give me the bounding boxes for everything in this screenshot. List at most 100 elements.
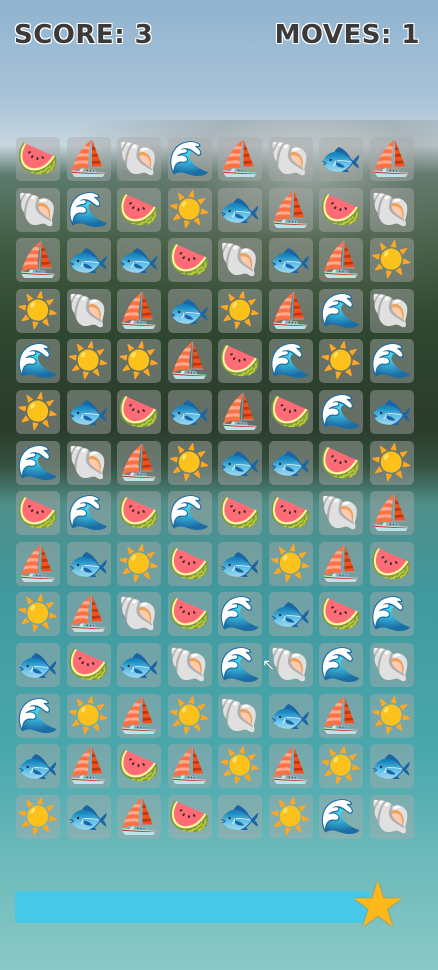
board-cell[interactable]: ⛵ [319, 693, 363, 738]
board-cell[interactable]: 🐟 [218, 794, 262, 839]
board-cell[interactable]: 🐚 [218, 238, 262, 283]
board-cell[interactable]: 🍉 [117, 187, 161, 232]
board-cell[interactable]: 🐚 [369, 794, 414, 839]
board-cell[interactable]: ☀️ [167, 440, 212, 485]
board-cell[interactable]: 🍉 [167, 238, 212, 283]
board-cell[interactable]: 🐟 [167, 288, 212, 333]
board-cell[interactable]: ☀️ [369, 440, 414, 485]
board-cell[interactable]: ☀️ [369, 238, 414, 283]
board-cell[interactable]: 🌊 [167, 137, 212, 181]
board-cell[interactable]: 🐟 [268, 592, 313, 637]
board-cell[interactable]: ☀️ [117, 339, 161, 384]
board-cell[interactable]: 🌊 [319, 643, 363, 687]
board-cell[interactable]: 🐚 [117, 137, 161, 181]
board-cell[interactable]: ⛵ [268, 187, 313, 232]
board-cell[interactable]: 🐚 [117, 592, 161, 637]
board-cell[interactable]: 🌊 [167, 491, 212, 536]
board-cell[interactable]: ☀️ [319, 339, 363, 384]
board-cell[interactable]: 🍉 [319, 187, 363, 232]
board-cell[interactable]: 🍉 [117, 491, 161, 536]
board-cell[interactable]: 🌊 [16, 693, 60, 738]
board-cell[interactable]: 🍉 [117, 390, 161, 434]
board-cell[interactable]: ☀️ [66, 693, 111, 738]
board-cell[interactable]: 🐚 [16, 187, 60, 232]
board-cell[interactable]: 🐚 [218, 693, 262, 738]
board-cell[interactable]: 🐚 [167, 643, 212, 687]
board-cell[interactable]: 🌊 [369, 592, 414, 637]
board-cell[interactable]: ⛵ [218, 390, 262, 434]
board-cell[interactable]: 🐚 [369, 187, 414, 232]
board-cell[interactable]: 🍉 [167, 794, 212, 839]
board-cell[interactable]: ☀️ [66, 339, 111, 384]
board-cell[interactable]: ⛵ [66, 137, 111, 181]
board-cell[interactable]: ⛵ [218, 137, 262, 181]
board-cell[interactable]: ☀️ [16, 794, 60, 839]
board-cell[interactable]: 🐟 [218, 440, 262, 485]
board-cell[interactable]: 🐚 [369, 643, 414, 687]
board-cell[interactable]: 🍉 [167, 592, 212, 637]
game-board[interactable]: 🍉 ⛵ 🐚 🌊 ⛵ 🐚 🐟 ⛵ 🐚 🌊 🍉 ☀️ 🐟 ⛵ 🍉 🐚 ⛵ 🐟 🐟 🍉 🐚 🐟 ⛵ ☀️ ☀️ 🐚 ⛵ 🐟 ☀️ ⛵ 🌊 🐚 🌊 ☀️ ☀… [16, 137, 416, 839]
board-cell[interactable]: 🍉 [117, 744, 161, 789]
board-cell[interactable]: ⛵ [66, 592, 111, 637]
board-cell[interactable]: 🌊 [369, 339, 414, 384]
board-cell[interactable]: 🍉 [268, 390, 313, 434]
board-cell[interactable]: 🌊 [16, 339, 60, 384]
board-cell[interactable]: 🐟 [117, 643, 161, 687]
board-cell[interactable]: 🍉 [66, 643, 111, 687]
board-cell[interactable]: ⛵ [117, 693, 161, 738]
board-cell[interactable]: 🐟 [16, 643, 60, 687]
board-cell[interactable]: 🐟 [369, 390, 414, 434]
board-cell[interactable]: 🐚 [66, 440, 111, 485]
board-cell[interactable]: ⛵ [117, 440, 161, 485]
board-cell[interactable]: 🐟 [66, 238, 111, 283]
board-cell[interactable]: 🐟 [66, 541, 111, 586]
board-cell[interactable]: 🌊 [319, 794, 363, 839]
board-cell[interactable]: 🐚 [319, 491, 363, 536]
board-cell[interactable]: 🐟 [268, 238, 313, 283]
board-cell[interactable]: ⛵ [167, 744, 212, 789]
board-cell[interactable]: ⛵ [369, 491, 414, 536]
board-cell[interactable]: ⛵ [369, 137, 414, 181]
board-cell[interactable]: 🐚 [369, 288, 414, 333]
board-cell[interactable]: 🐟 [66, 794, 111, 839]
board-cell[interactable]: ⛵ [319, 541, 363, 586]
board-cell[interactable]: 🐟 [369, 744, 414, 789]
board-cell[interactable]: 🌊 [268, 339, 313, 384]
board-cell[interactable]: 🐚 [66, 288, 111, 333]
board-cell[interactable]: 🐟 [167, 390, 212, 434]
board-cell[interactable]: ☀️ [369, 693, 414, 738]
board-cell[interactable]: ⛵ [66, 744, 111, 789]
board-cell[interactable]: 🍉 [268, 491, 313, 536]
board-cell[interactable]: ☀️ [218, 288, 262, 333]
board-cell[interactable]: 🌊 [218, 592, 262, 637]
board-cell[interactable]: 🍉 [218, 491, 262, 536]
board-cell[interactable]: ⛵ [117, 288, 161, 333]
board-cell[interactable]: 🍉 [167, 541, 212, 586]
board-cell[interactable]: 🐟 [319, 137, 363, 181]
board-cell[interactable]: ☀️ [319, 744, 363, 789]
board-cell[interactable]: ⛵ [268, 288, 313, 333]
board-cell[interactable]: ☀️ [167, 693, 212, 738]
board-cell[interactable]: 🍉 [319, 440, 363, 485]
board-cell[interactable]: ⛵ [268, 744, 313, 789]
board-cell[interactable]: ⛵ [167, 339, 212, 384]
board-cell[interactable]: ☀️ [16, 592, 60, 637]
board-cell[interactable]: ☀️ [268, 794, 313, 839]
board-cell[interactable]: ☀️ [117, 541, 161, 586]
board-cell[interactable]: ⛵ [16, 238, 60, 283]
board-cell[interactable]: 🐟 [16, 744, 60, 789]
board-cell[interactable]: 🌊 [66, 187, 111, 232]
board-cell[interactable]: 🍉 [16, 137, 60, 181]
board-cell[interactable]: ☀️ [218, 744, 262, 789]
board-cell[interactable]: ⛵ [117, 794, 161, 839]
board-cell[interactable]: 🐟 [218, 541, 262, 586]
board-cell[interactable]: 🐚 [268, 137, 313, 181]
board-cell[interactable]: 🌊 [16, 440, 60, 485]
board-cell[interactable]: ☀️ [167, 187, 212, 232]
board-cell[interactable]: 🌊 [319, 288, 363, 333]
board-cell[interactable]: ⛵ [319, 238, 363, 283]
board-cell[interactable]: 🌊 [218, 643, 262, 687]
board-cell[interactable]: 🌊 [319, 390, 363, 434]
board-cell[interactable]: 🐟 [268, 440, 313, 485]
board-cell[interactable]: ⛵ [16, 541, 60, 586]
